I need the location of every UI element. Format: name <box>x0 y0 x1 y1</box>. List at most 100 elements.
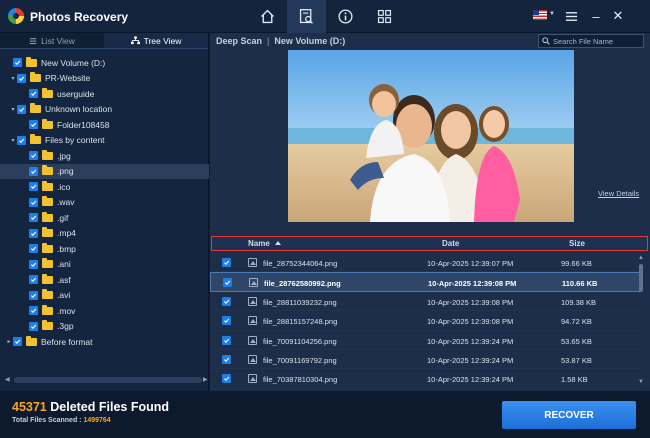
tree-item[interactable]: .mp4 <box>0 226 209 242</box>
hamburger-menu-icon[interactable] <box>561 6 581 26</box>
tree-item[interactable]: .asf <box>0 272 209 288</box>
tab-label: Tree View <box>143 35 182 46</box>
breadcrumb-volume[interactable]: New Volume (D:) <box>274 36 345 46</box>
vertical-scrollbar[interactable]: ▲ ▼ <box>638 255 644 387</box>
checkbox[interactable] <box>17 104 26 114</box>
table-row[interactable]: file_70091169792.png 10-Apr-2025 12:39:24… <box>210 350 640 370</box>
file-name: file_70091169792.png <box>263 355 337 365</box>
chevron-down-icon[interactable]: ▾ <box>9 137 17 144</box>
search-input[interactable] <box>553 36 643 46</box>
row-checkbox[interactable] <box>222 335 231 345</box>
tree-item[interactable]: .gif <box>0 210 209 226</box>
row-checkbox[interactable] <box>222 354 231 364</box>
chevron-right-icon[interactable]: ▸ <box>5 338 13 345</box>
tree-item-label: .mp4 <box>57 228 76 239</box>
tree-item-label: Files by content <box>45 135 105 146</box>
tree-item[interactable]: ▸ Before format <box>0 334 209 350</box>
table-row[interactable]: file_28752344064.png 10-Apr-2025 12:39:07… <box>210 253 640 273</box>
tree-item[interactable]: .3gp <box>0 319 209 335</box>
column-header-date[interactable]: Date <box>442 239 459 248</box>
image-file-icon <box>248 354 257 364</box>
scroll-up-icon[interactable]: ▲ <box>638 255 644 261</box>
folder-icon <box>30 103 41 114</box>
file-size: 53.87 KB <box>561 355 592 365</box>
checkbox[interactable] <box>29 259 38 269</box>
checkbox[interactable] <box>29 151 38 161</box>
checkbox[interactable] <box>29 120 38 130</box>
tree-item[interactable]: .ani <box>0 257 209 273</box>
info-icon[interactable] <box>326 0 365 33</box>
row-checkbox[interactable] <box>222 258 231 267</box>
folder-icon <box>42 320 53 331</box>
right-panel: Deep Scan | New Volume (D:) Search File … <box>210 33 650 391</box>
tree-item[interactable]: .wav <box>0 195 209 211</box>
checkbox[interactable] <box>17 135 26 145</box>
tree-item[interactable]: .png <box>0 163 209 179</box>
tree-item[interactable]: .ico <box>0 179 209 195</box>
chevron-down-icon[interactable]: ▼ <box>549 11 555 17</box>
tree-item[interactable]: ▾ PR-Website <box>0 71 209 87</box>
folder-icon <box>30 72 41 83</box>
checkbox[interactable] <box>29 228 38 238</box>
search-box <box>538 34 644 48</box>
checkbox[interactable] <box>13 337 22 347</box>
table-header: Name Date Size <box>211 236 648 251</box>
table-row[interactable]: file_70387810304.png 10-Apr-2025 12:39:24… <box>210 369 640 389</box>
tree-item[interactable]: .bmp <box>0 241 209 257</box>
checkbox[interactable] <box>29 197 38 207</box>
breadcrumb-scan[interactable]: Deep Scan <box>216 36 262 46</box>
row-checkbox[interactable] <box>222 296 231 306</box>
table-row[interactable]: file_28815157248.png 10-Apr-2025 12:39:08… <box>210 311 640 331</box>
grid-icon[interactable] <box>365 0 404 33</box>
close-button[interactable]: ✕ <box>608 6 628 26</box>
file-date: 10-Apr-2025 12:39:24 PM <box>427 375 514 385</box>
checkbox[interactable] <box>29 275 38 285</box>
checkbox[interactable] <box>29 290 38 300</box>
home-icon[interactable] <box>248 0 287 33</box>
tree-item[interactable]: .jpg <box>0 148 209 164</box>
tab-list-view[interactable]: List View <box>0 33 104 48</box>
table-row[interactable]: file_28762580992.png 10-Apr-2025 12:39:08… <box>210 272 640 292</box>
tree-item-label: userguide <box>57 88 95 99</box>
scroll-left-icon[interactable]: ◀ <box>5 376 10 383</box>
checkbox[interactable] <box>29 321 38 331</box>
column-header-name[interactable]: Name <box>248 239 281 248</box>
row-checkbox[interactable] <box>223 278 232 288</box>
scroll-down-icon[interactable]: ▼ <box>638 379 644 385</box>
view-details-link[interactable]: View Details <box>598 189 639 198</box>
scan-document-icon[interactable] <box>287 0 326 33</box>
tree-item[interactable]: ▾ Files by content <box>0 133 209 149</box>
tree-item[interactable]: Folder108458 <box>0 117 209 133</box>
file-date: 10-Apr-2025 12:39:08 PM <box>428 279 517 289</box>
checkbox[interactable] <box>29 89 38 99</box>
checkbox[interactable] <box>29 182 38 192</box>
scrollbar-thumb[interactable] <box>639 264 643 292</box>
file-date: 10-Apr-2025 12:39:24 PM <box>427 355 514 365</box>
horizontal-scrollbar[interactable] <box>14 377 202 383</box>
tree-item[interactable]: ▾ Unknown location <box>0 102 209 118</box>
tree-item[interactable]: New Volume (D:) <box>0 55 209 71</box>
image-file-icon <box>248 316 257 326</box>
checkbox[interactable] <box>17 73 26 83</box>
chevron-down-icon[interactable]: ▾ <box>9 106 17 113</box>
tree-item[interactable]: userguide <box>0 86 209 102</box>
column-header-size[interactable]: Size <box>569 239 585 248</box>
tab-tree-view[interactable]: Tree View <box>104 33 208 48</box>
checkbox[interactable] <box>29 213 38 223</box>
row-checkbox[interactable] <box>222 374 231 384</box>
row-checkbox[interactable] <box>222 316 231 326</box>
us-flag-icon[interactable] <box>533 10 547 20</box>
checkbox[interactable] <box>29 244 38 254</box>
tree-item[interactable]: .avi <box>0 288 209 304</box>
checkbox[interactable] <box>29 306 38 316</box>
chevron-down-icon[interactable]: ▾ <box>9 75 17 82</box>
checkbox[interactable] <box>13 58 22 68</box>
table-row[interactable]: file_28811039232.png 10-Apr-2025 12:39:08… <box>210 292 640 312</box>
recover-button[interactable]: RECOVER <box>502 401 636 429</box>
tree-item-label: .bmp <box>57 243 76 254</box>
minimize-button[interactable]: – <box>586 6 606 26</box>
scroll-right-icon[interactable]: ▶ <box>203 376 208 383</box>
checkbox[interactable] <box>29 166 38 176</box>
tree-item[interactable]: .mov <box>0 303 209 319</box>
table-row[interactable]: file_70091104256.png 10-Apr-2025 12:39:24… <box>210 331 640 350</box>
